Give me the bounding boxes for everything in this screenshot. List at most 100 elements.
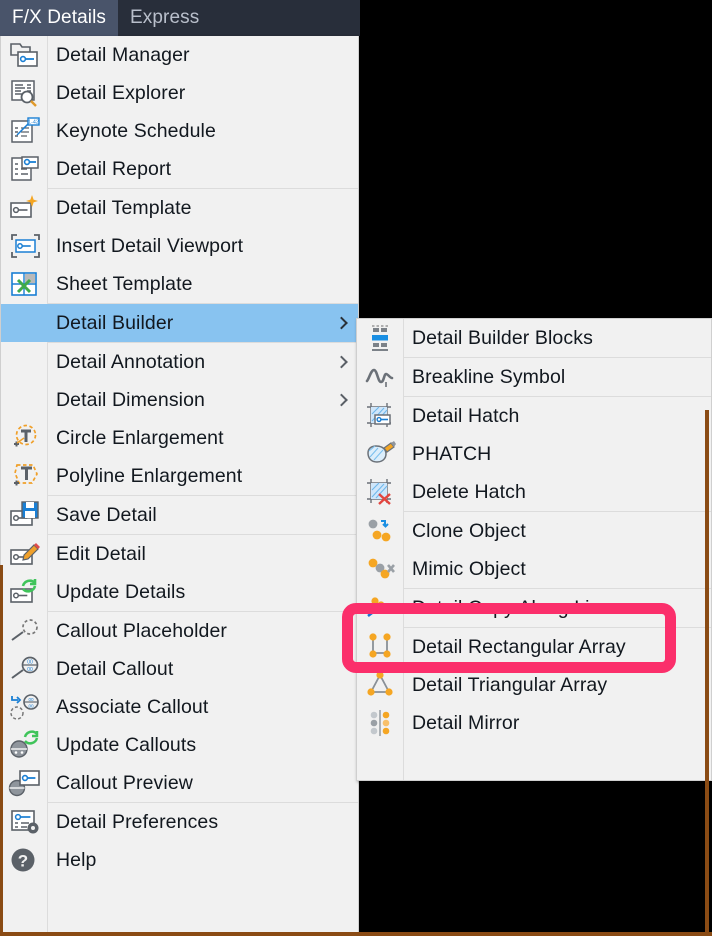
fx-details-menu: Detail Manager Detail Explorer 1-42 Keyn… [0,36,359,936]
ribbon-tab-bar: F/X Details Express [0,0,360,36]
menu-item-detail-builder[interactable]: Detail Builder [1,304,358,342]
submenu-item-label: Breakline Symbol [412,365,566,388]
breakline-symbol-icon [357,358,404,396]
menu-item-edit-detail[interactable]: Edit Detail [1,535,358,573]
menu-item-label: Insert Detail Viewport [56,234,244,257]
menu-item-label: Keynote Schedule [56,119,216,142]
submenu-item-clone-object[interactable]: Clone Object [357,512,711,550]
detail-preferences-icon [1,803,48,841]
callout-placeholder-icon [1,612,48,650]
submenu-item-mimic-object[interactable]: Mimic Object [357,550,711,588]
detail-mirror-icon [357,704,404,742]
submenu-item-label: Mimic Object [412,557,526,580]
submenu-item-label: Detail Rectangular Array [412,635,626,658]
svg-text:1-42: 1-42 [28,120,39,126]
drawing-canvas-top [360,0,712,36]
svg-text:00: 00 [27,660,33,666]
detail-callout-icon: 00 00 [1,650,48,688]
menu-item-label: Detail Dimension [56,388,205,411]
no-icon [1,343,48,381]
menu-item-detail-dimension[interactable]: Detail Dimension [1,381,358,419]
polyline-enlargement-icon [1,457,48,495]
menu-item-label: Edit Detail [56,542,146,565]
menu-item-detail-template[interactable]: Detail Template [1,189,358,227]
submenu-item-detail-builder-blocks[interactable]: Detail Builder Blocks [357,319,711,357]
mimic-object-icon [357,550,404,588]
tab-fx-details-label: F/X Details [12,7,107,28]
update-details-icon [1,573,48,611]
update-callouts-icon [1,726,48,764]
menu-item-update-callouts[interactable]: Update Callouts [1,726,358,764]
submenu-item-delete-hatch[interactable]: Delete Hatch [357,473,711,511]
chevron-right-icon [335,316,348,330]
detail-manager-icon [1,36,48,74]
menu-item-label: Save Detail [56,503,157,526]
menu-item-label: Detail Template [56,196,192,219]
submenu-item-label: Delete Hatch [412,480,526,503]
menu-item-detail-explorer[interactable]: Detail Explorer [1,74,358,112]
menu-item-circle-enlargement[interactable]: Circle Enlargement [1,419,358,457]
no-icon [1,304,48,342]
submenu-item-label: Clone Object [412,519,526,542]
sheet-template-icon [1,265,48,303]
submenu-item-label: PHATCH [412,442,492,465]
submenu-item-detail-triangular-array[interactable]: Detail Triangular Array [357,666,711,704]
tab-express-label: Express [130,7,200,28]
submenu-item-label: Detail Copy Along Line [412,596,612,619]
menu-item-callout-preview[interactable]: Callout Preview [1,764,358,802]
menu-item-label: Sheet Template [56,272,193,295]
help-icon: ? [1,841,48,879]
menu-item-detail-manager[interactable]: Detail Manager [1,36,358,74]
submenu-item-breakline-symbol[interactable]: Breakline Symbol [357,358,711,396]
drawing-window-left-border [0,565,3,936]
detail-builder-blocks-icon [357,319,404,357]
submenu-item-label: Detail Builder Blocks [412,326,593,349]
menu-item-label: Detail Report [56,157,172,180]
associate-callout-icon: 00 00 [1,688,48,726]
delete-hatch-icon [357,473,404,511]
menu-item-polyline-enlargement[interactable]: Polyline Enlargement [1,457,358,495]
menu-item-callout-placeholder[interactable]: Callout Placeholder [1,612,358,650]
svg-text:00: 00 [28,697,34,702]
menu-item-sheet-template[interactable]: Sheet Template [1,265,358,303]
menu-item-label: Polyline Enlargement [56,464,243,487]
tab-express[interactable]: Express [118,0,211,36]
submenu-item-phatch[interactable]: PHATCH [357,435,711,473]
submenu-item-detail-mirror[interactable]: Detail Mirror [357,704,711,742]
menu-item-detail-preferences[interactable]: Detail Preferences [1,803,358,841]
svg-text:00: 00 [28,703,34,708]
menu-item-save-detail[interactable]: Save Detail [1,496,358,534]
detail-builder-submenu: Detail Builder Blocks Breakline Symbol D… [356,318,712,781]
menu-item-detail-annotation[interactable]: Detail Annotation [1,343,358,381]
menu-item-help[interactable]: ? Help [1,841,358,879]
chevron-right-icon [335,393,348,407]
edit-detail-icon [1,535,48,573]
tab-fx-details[interactable]: F/X Details [0,0,119,36]
submenu-item-detail-rectangular-array[interactable]: Detail Rectangular Array [357,628,711,666]
submenu-item-detail-copy-along-line[interactable]: Detail Copy Along Line [357,589,711,627]
submenu-item-label: Detail Triangular Array [412,673,608,696]
submenu-item-label: Detail Mirror [412,711,520,734]
drawing-window-bottom-border [0,932,712,936]
menu-item-detail-callout[interactable]: 00 00 Detail Callout [1,650,358,688]
menu-item-label: Callout Placeholder [56,619,228,642]
menu-item-label: Detail Annotation [56,350,206,373]
menu-item-label: Callout Preview [56,771,193,794]
menu-item-insert-detail-viewport[interactable]: Insert Detail Viewport [1,227,358,265]
detail-report-icon [1,150,48,188]
menu-item-keynote-schedule[interactable]: 1-42 Keynote Schedule [1,112,358,150]
submenu-item-detail-hatch[interactable]: Detail Hatch [357,397,711,435]
menu-item-update-details[interactable]: Update Details [1,573,358,611]
phatch-icon [357,435,404,473]
menu-item-label: Detail Builder [56,311,174,334]
menu-item-label: Update Details [56,580,186,603]
circle-enlargement-icon [1,419,48,457]
menu-item-detail-report[interactable]: Detail Report [1,150,358,188]
menu-item-label: Update Callouts [56,733,197,756]
detail-triangular-array-icon [357,666,404,704]
menu-item-label: Associate Callout [56,695,209,718]
detail-explorer-icon [1,74,48,112]
menu-item-associate-callout[interactable]: 00 00 Associate Callout [1,688,358,726]
clone-object-icon [357,512,404,550]
menu-item-label: Detail Explorer [56,81,186,104]
